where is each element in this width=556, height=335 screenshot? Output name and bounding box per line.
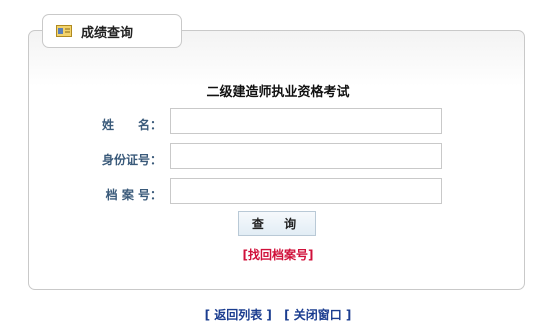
footer-links: [ 返回列表 ] [ 关闭窗口 ] xyxy=(0,306,556,323)
tab-label: 成绩查询 xyxy=(81,25,134,41)
file-number-label: 档 案 号： xyxy=(105,188,162,202)
exam-title: 二级建造师执业资格考试 xyxy=(206,85,350,100)
close-window-link[interactable]: [ 关闭窗口 ] xyxy=(284,308,351,322)
id-card-icon xyxy=(56,24,72,38)
recover-file-number-link[interactable]: [找回档案号] xyxy=(0,246,556,263)
query-tab: 成绩查询 xyxy=(42,14,182,48)
file-number-input[interactable] xyxy=(170,178,442,204)
id-number-label: 身份证号： xyxy=(101,153,162,167)
id-number-input[interactable] xyxy=(170,143,442,169)
back-to-list-link[interactable]: [ 返回列表 ] xyxy=(205,308,272,322)
name-label: 姓 名： xyxy=(101,118,162,132)
name-input[interactable] xyxy=(170,108,442,134)
query-button[interactable]: 查 询 xyxy=(238,211,316,236)
